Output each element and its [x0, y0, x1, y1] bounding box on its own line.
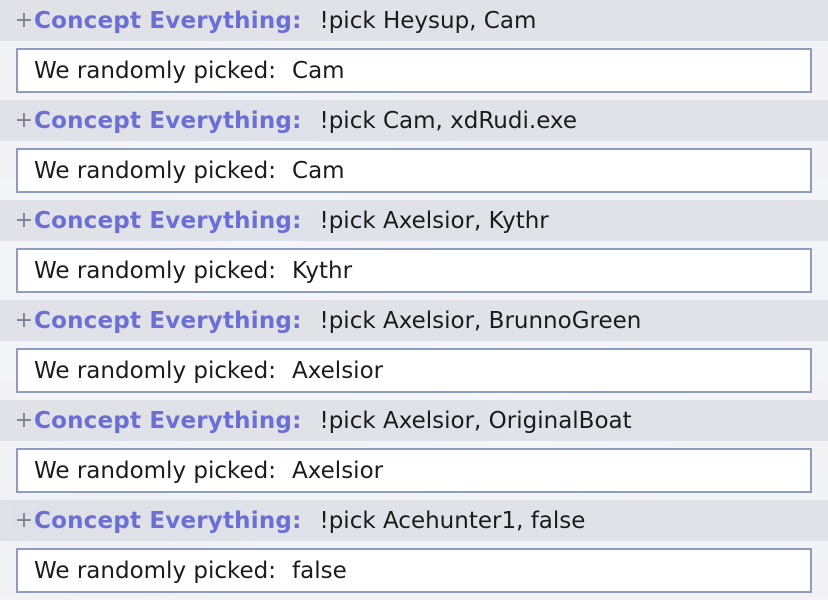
message-block: + Concept Everything: !pick Axelsior, Br… — [0, 300, 828, 400]
command-row: + Concept Everything: !pick Axelsior, Br… — [0, 300, 828, 341]
reply-row: We randomly picked: Axelsior — [0, 441, 828, 500]
command-text: !pick Axelsior, BrunnoGreen — [319, 307, 642, 334]
command-text: !pick Axelsior, Kythr — [319, 207, 549, 234]
bot-reply-box: We randomly picked: false — [16, 548, 812, 593]
command-text: !pick Cam, xdRudi.exe — [319, 107, 577, 134]
message-block: + Concept Everything: !pick Axelsior, Ky… — [0, 200, 828, 300]
expand-plus-icon[interactable]: + — [14, 208, 34, 233]
reply-row: We randomly picked: Axelsior — [0, 341, 828, 400]
bot-reply-box: We randomly picked: Cam — [16, 148, 812, 193]
command-row: + Concept Everything: !pick Axelsior, Or… — [0, 400, 828, 441]
chat-log: + Concept Everything: !pick Heysup, Cam … — [0, 0, 828, 600]
expand-plus-icon[interactable]: + — [14, 508, 34, 533]
message-block: + Concept Everything: !pick Cam, xdRudi.… — [0, 100, 828, 200]
username[interactable]: Concept Everything: — [34, 108, 301, 134]
reply-label: We randomly picked: — [34, 357, 277, 384]
username[interactable]: Concept Everything: — [34, 208, 301, 234]
reply-value: Cam — [292, 57, 345, 84]
reply-row: We randomly picked: Cam — [0, 141, 828, 200]
username[interactable]: Concept Everything: — [34, 8, 301, 34]
reply-value: Kythr — [292, 257, 353, 284]
reply-value: false — [292, 557, 347, 584]
username[interactable]: Concept Everything: — [34, 308, 301, 334]
reply-label: We randomly picked: — [34, 457, 277, 484]
expand-plus-icon[interactable]: + — [14, 308, 34, 333]
command-text: !pick Heysup, Cam — [319, 7, 537, 34]
reply-row: We randomly picked: Cam — [0, 41, 828, 100]
reply-value: Axelsior — [292, 357, 384, 384]
command-text: !pick Axelsior, OriginalBoat — [319, 407, 632, 434]
reply-value: Cam — [292, 157, 345, 184]
command-row: + Concept Everything: !pick Acehunter1, … — [0, 500, 828, 541]
message-block: + Concept Everything: !pick Axelsior, Or… — [0, 400, 828, 500]
username[interactable]: Concept Everything: — [34, 508, 301, 534]
expand-plus-icon[interactable]: + — [14, 8, 34, 33]
reply-row: We randomly picked: Kythr — [0, 241, 828, 300]
expand-plus-icon[interactable]: + — [14, 408, 34, 433]
bot-reply-box: We randomly picked: Kythr — [16, 248, 812, 293]
bot-reply-box: We randomly picked: Axelsior — [16, 348, 812, 393]
reply-label: We randomly picked: — [34, 257, 277, 284]
command-text: !pick Acehunter1, false — [319, 507, 586, 534]
command-row: + Concept Everything: !pick Axelsior, Ky… — [0, 200, 828, 241]
command-row: + Concept Everything: !pick Cam, xdRudi.… — [0, 100, 828, 141]
reply-value: Axelsior — [292, 457, 384, 484]
username[interactable]: Concept Everything: — [34, 408, 301, 434]
message-block: + Concept Everything: !pick Heysup, Cam … — [0, 0, 828, 100]
reply-label: We randomly picked: — [34, 157, 277, 184]
reply-row: We randomly picked: false — [0, 541, 828, 600]
bot-reply-box: We randomly picked: Cam — [16, 48, 812, 93]
message-block: + Concept Everything: !pick Acehunter1, … — [0, 500, 828, 600]
reply-label: We randomly picked: — [34, 557, 277, 584]
bot-reply-box: We randomly picked: Axelsior — [16, 448, 812, 493]
expand-plus-icon[interactable]: + — [14, 108, 34, 133]
reply-label: We randomly picked: — [34, 57, 277, 84]
command-row: + Concept Everything: !pick Heysup, Cam — [0, 0, 828, 41]
